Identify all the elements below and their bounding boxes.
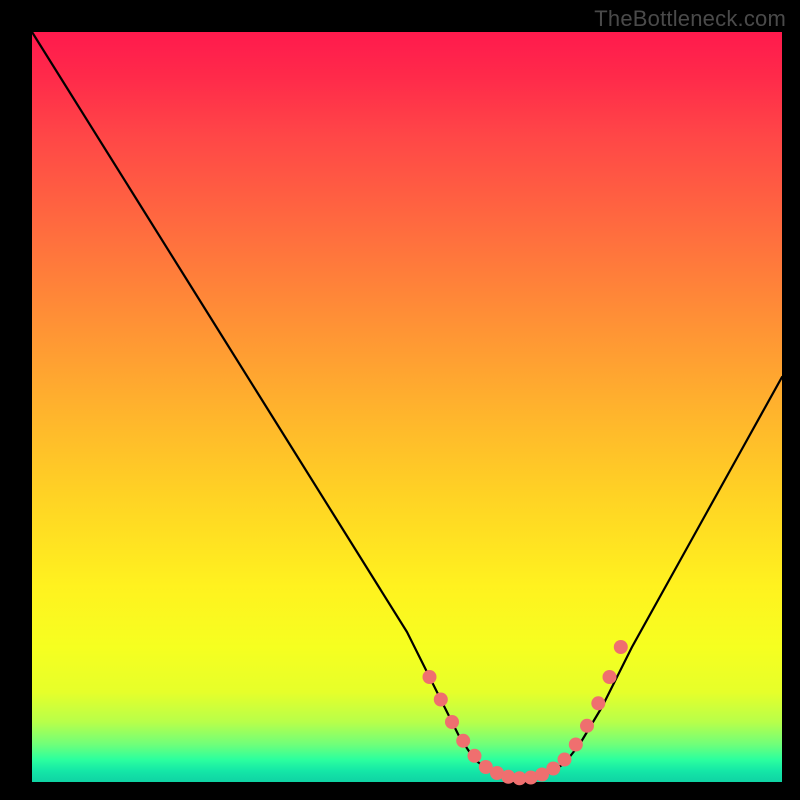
marker-dot bbox=[603, 670, 617, 684]
plot-area bbox=[32, 32, 782, 782]
marker-dot bbox=[580, 719, 594, 733]
marker-dot bbox=[434, 693, 448, 707]
marker-dot bbox=[591, 696, 605, 710]
bottleneck-curve bbox=[32, 32, 782, 778]
marker-dot bbox=[546, 762, 560, 776]
watermark-text: TheBottleneck.com bbox=[594, 6, 786, 32]
marker-dot bbox=[558, 753, 572, 767]
chart-frame: TheBottleneck.com bbox=[0, 0, 800, 800]
marker-dot bbox=[456, 734, 470, 748]
marker-dot bbox=[423, 670, 437, 684]
marker-dot bbox=[569, 738, 583, 752]
marker-dots-group bbox=[423, 640, 628, 785]
marker-dot bbox=[468, 749, 482, 763]
chart-svg bbox=[32, 32, 782, 782]
marker-dot bbox=[445, 715, 459, 729]
marker-dot bbox=[614, 640, 628, 654]
